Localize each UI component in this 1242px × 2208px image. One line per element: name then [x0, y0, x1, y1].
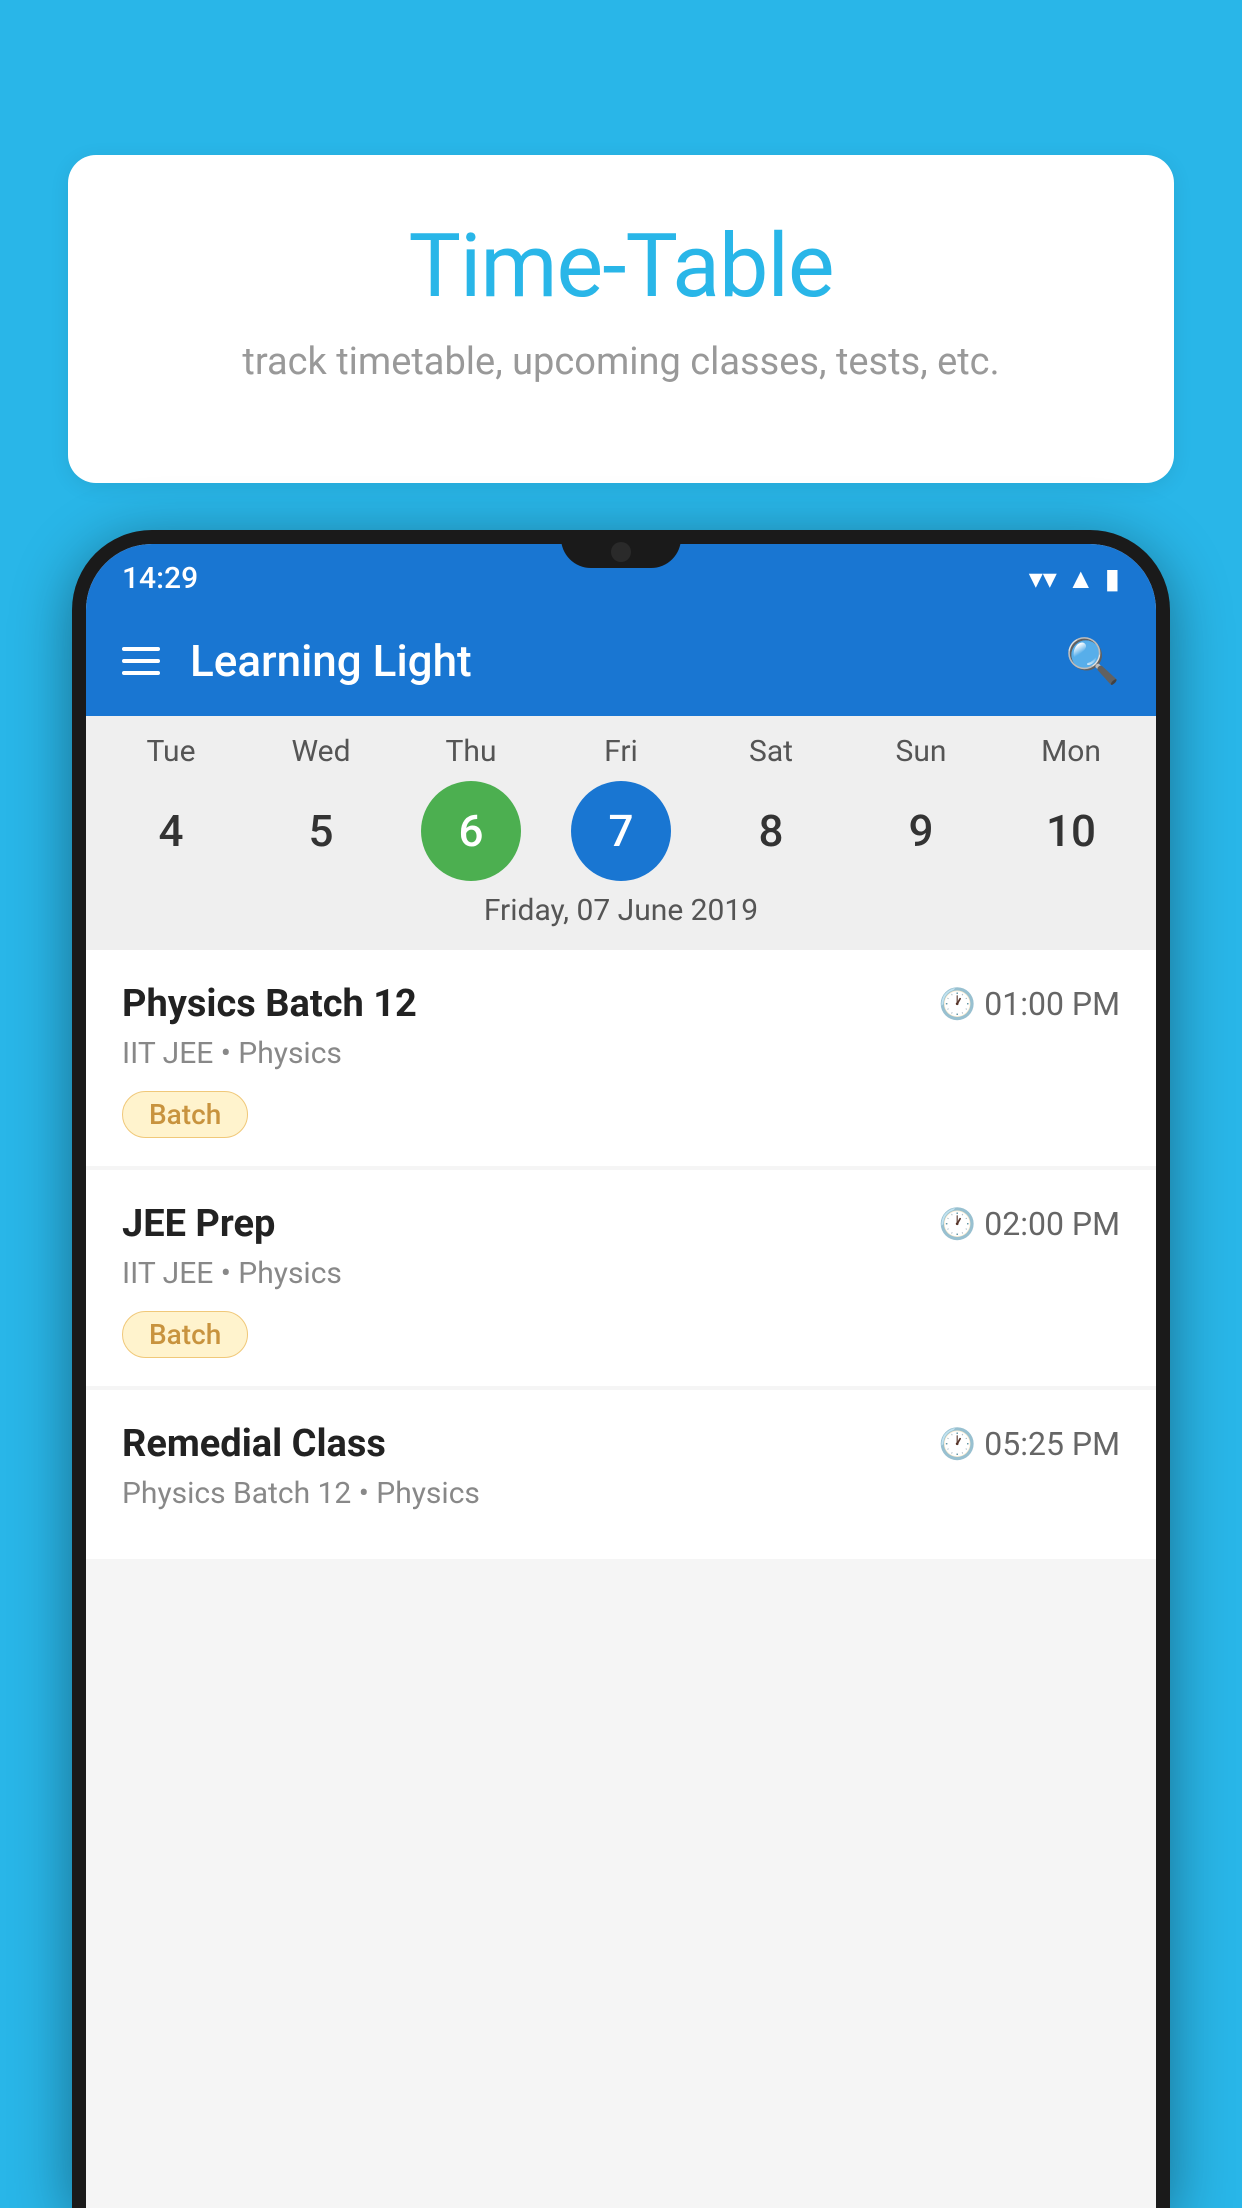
speech-bubble-card: Time-Table track timetable, upcoming cla…	[68, 155, 1174, 483]
schedule-title-0: Physics Batch 12	[122, 982, 417, 1026]
clock-icon-1: 🕐	[939, 1207, 976, 1242]
hamburger-menu-button[interactable]	[122, 647, 160, 675]
day-header-sat: Sat	[721, 734, 821, 769]
speech-bubble-container: Time-Table track timetable, upcoming cla…	[68, 155, 1174, 483]
schedule-item-header-0: Physics Batch 12 🕐 01:00 PM	[122, 982, 1120, 1026]
day-header-fri: Fri	[571, 734, 671, 769]
clock-icon-0: 🕐	[939, 987, 976, 1022]
selected-date-label: Friday, 07 June 2019	[86, 881, 1156, 944]
day-header-sun: Sun	[871, 734, 971, 769]
schedule-subtitle-2: Physics Batch 12 • Physics	[122, 1476, 1120, 1511]
schedule-item-header-2: Remedial Class 🕐 05:25 PM	[122, 1422, 1120, 1466]
schedule-title-2: Remedial Class	[122, 1422, 386, 1466]
day-number-6[interactable]: 6	[421, 781, 521, 881]
day-number-8[interactable]: 8	[721, 781, 821, 881]
schedule-time-1: 🕐 02:00 PM	[939, 1205, 1120, 1243]
wifi-icon: ▾▾	[1029, 562, 1057, 595]
day-number-7[interactable]: 7	[571, 781, 671, 881]
schedule-time-2: 🕐 05:25 PM	[939, 1425, 1120, 1463]
schedule-subtitle-1: IIT JEE • Physics	[122, 1256, 1120, 1291]
battery-icon: ▮	[1105, 562, 1120, 595]
schedule-item-2[interactable]: Remedial Class 🕐 05:25 PM Physics Batch …	[86, 1390, 1156, 1559]
day-headers: Tue Wed Thu Fri Sat Sun Mon	[86, 734, 1156, 769]
schedule-item-header-1: JEE Prep 🕐 02:00 PM	[122, 1202, 1120, 1246]
batch-badge-0: Batch	[122, 1091, 248, 1138]
signal-icon: ▲	[1067, 562, 1095, 595]
page-main-subtitle: track timetable, upcoming classes, tests…	[108, 340, 1134, 384]
schedule-subtitle-0: IIT JEE • Physics	[122, 1036, 1120, 1071]
hamburger-line-3	[122, 671, 160, 675]
status-icons: ▾▾ ▲ ▮	[1029, 562, 1120, 595]
phone-notch	[561, 530, 681, 568]
day-header-mon: Mon	[1021, 734, 1121, 769]
status-time: 14:29	[122, 561, 198, 596]
hamburger-line-2	[122, 659, 160, 663]
schedule-title-1: JEE Prep	[122, 1202, 275, 1246]
search-button[interactable]: 🔍	[1065, 635, 1120, 687]
phone-frame: 14:29 ▾▾ ▲ ▮ Learning Light 🔍 Tue Wed Thu F…	[72, 530, 1170, 2208]
phone-inner: 14:29 ▾▾ ▲ ▮ Learning Light 🔍 Tue Wed Thu F…	[86, 544, 1156, 2208]
day-number-10[interactable]: 10	[1021, 781, 1121, 881]
app-title: Learning Light	[190, 635, 1065, 687]
day-header-thu: Thu	[421, 734, 521, 769]
hamburger-line-1	[122, 647, 160, 651]
schedule-list: Physics Batch 12 🕐 01:00 PM IIT JEE • Ph…	[86, 950, 1156, 1563]
day-numbers: 456789 10	[86, 781, 1156, 881]
schedule-item-0[interactable]: Physics Batch 12 🕐 01:00 PM IIT JEE • Ph…	[86, 950, 1156, 1166]
calendar-strip: Tue Wed Thu Fri Sat Sun Mon 456789 10 Friday, 0…	[86, 716, 1156, 950]
clock-icon-2: 🕐	[939, 1427, 976, 1462]
batch-badge-1: Batch	[122, 1311, 248, 1358]
schedule-item-1[interactable]: JEE Prep 🕐 02:00 PM IIT JEE • Physics Ba…	[86, 1170, 1156, 1386]
day-number-9[interactable]: 9	[871, 781, 971, 881]
day-header-wed: Wed	[271, 734, 371, 769]
app-bar: Learning Light 🔍	[86, 606, 1156, 716]
schedule-time-0: 🕐 01:00 PM	[939, 985, 1120, 1023]
page-main-title: Time-Table	[108, 215, 1134, 318]
day-number-4[interactable]: 4	[121, 781, 221, 881]
day-number-5[interactable]: 5	[271, 781, 371, 881]
day-header-tue: Tue	[121, 734, 221, 769]
phone-camera	[611, 542, 631, 562]
